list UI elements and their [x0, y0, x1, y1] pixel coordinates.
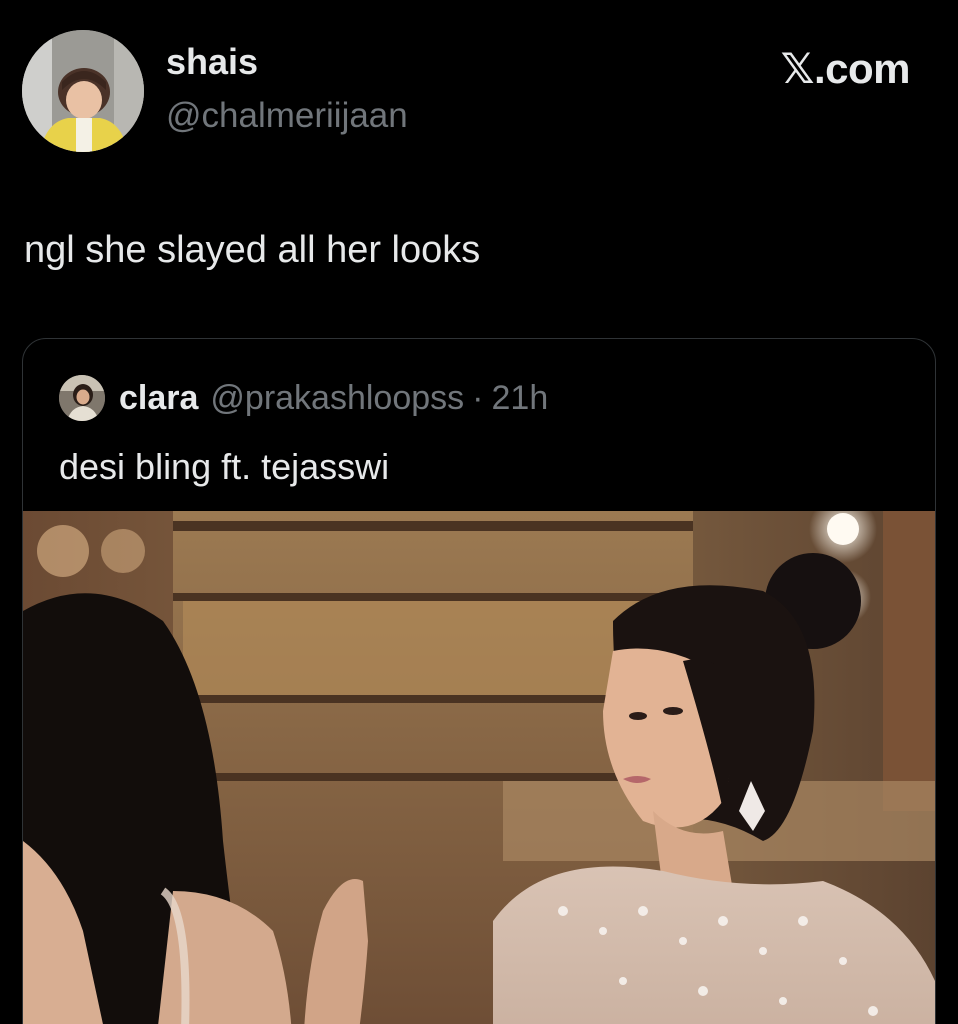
author-display-name[interactable]: shais — [166, 44, 258, 80]
author-handle[interactable]: @chalmeriijaan — [166, 98, 408, 133]
quoted-author-handle[interactable]: @prakashloopss — [210, 379, 464, 418]
quoted-tweet-media[interactable] — [23, 511, 935, 1024]
quoted-tweet-card[interactable]: clara @prakashloopss · 21h desi bling ft… — [22, 338, 936, 1024]
child-avatar-icon — [22, 30, 144, 152]
quoted-tweet-text: desi bling ft. tejasswi — [59, 446, 390, 487]
tweet-screenshot: shais @chalmeriijaan 𝕏.com ngl she slaye… — [0, 0, 958, 1024]
woman-avatar-icon — [59, 375, 105, 421]
quoted-author-avatar[interactable] — [59, 375, 105, 421]
quoted-tweet-time[interactable]: 21h — [492, 379, 549, 418]
photo-two-women-icon — [23, 511, 935, 1024]
separator-dot: · — [472, 378, 484, 417]
quoted-tweet-header: clara @prakashloopss · 21h — [59, 373, 548, 423]
author-avatar[interactable] — [22, 30, 144, 152]
tweet-text: ngl she slayed all her looks — [24, 229, 481, 271]
quoted-author-display-name[interactable]: clara — [119, 379, 198, 418]
brand-logo: 𝕏.com — [780, 45, 911, 92]
